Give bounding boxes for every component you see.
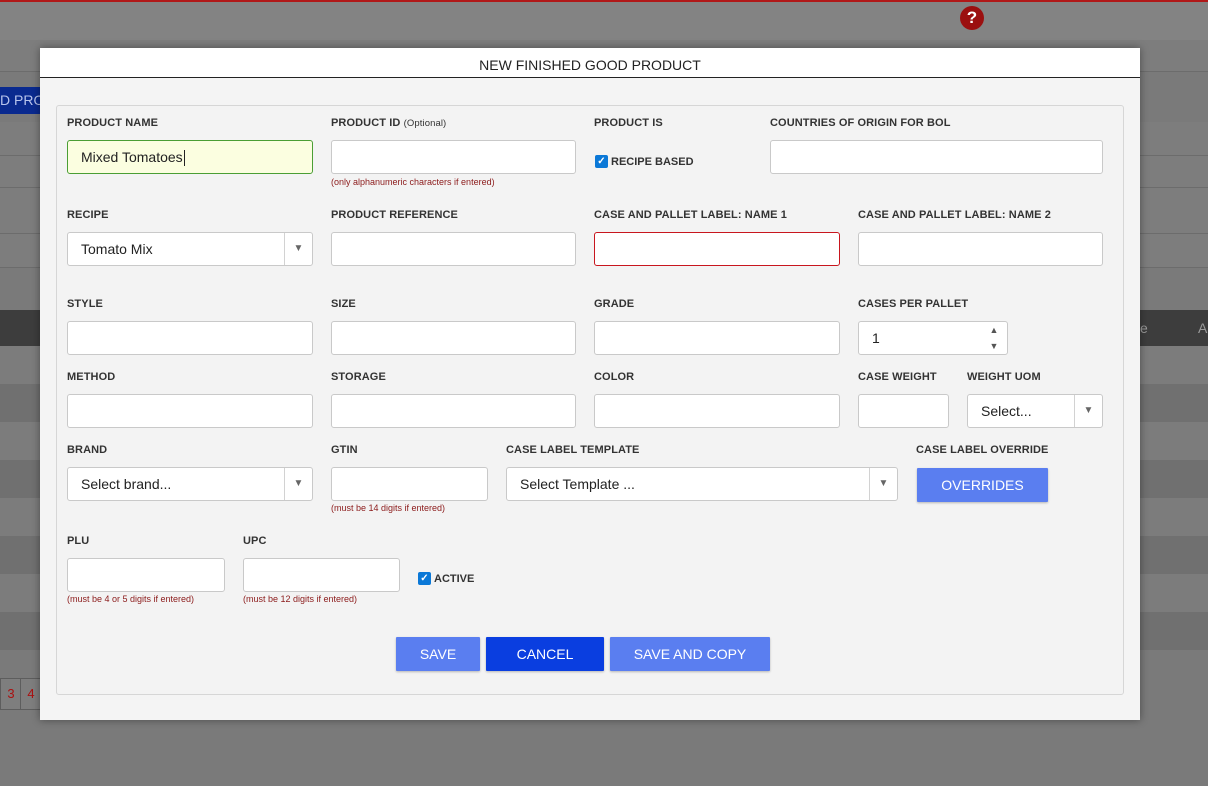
modal-title: NEW FINISHED GOOD PRODUCT — [40, 48, 1140, 78]
caret-down-icon: ▼ — [284, 468, 312, 500]
pallet-label-name1-input[interactable] — [594, 232, 840, 266]
text-cursor — [183, 150, 185, 167]
cases-per-pallet-label: CASES PER PALLET — [858, 298, 969, 310]
case-weight-input[interactable] — [858, 394, 949, 428]
countries-of-origin-label: COUNTRIES OF ORIGIN FOR BOL — [770, 117, 951, 129]
upc-input[interactable] — [243, 558, 400, 592]
bg-column-header: A — [1198, 320, 1208, 336]
active-checkbox[interactable]: ✓ — [418, 572, 431, 585]
cases-per-pallet-input[interactable]: 1 ▲ ▼ — [858, 321, 1008, 355]
product-reference-label: PRODUCT REFERENCE — [331, 209, 458, 221]
brand-select[interactable]: Select brand... ▼ — [67, 467, 313, 501]
color-label: COLOR — [594, 371, 635, 383]
brand-selected-value: Select brand... — [81, 476, 172, 492]
grade-label: GRADE — [594, 298, 635, 310]
gtin-label: GTIN — [331, 444, 358, 456]
pagination-page[interactable]: 4 — [20, 678, 42, 710]
brand-label: BRAND — [67, 444, 108, 456]
caret-down-icon: ▼ — [1074, 395, 1102, 427]
case-label-override-label: CASE LABEL OVERRIDE — [916, 444, 1049, 456]
product-name-value: Mixed Tomatoes — [81, 149, 183, 165]
product-id-input[interactable] — [331, 140, 576, 174]
recipe-label: RECIPE — [67, 209, 109, 221]
weight-uom-selected-value: Select... — [981, 403, 1032, 419]
new-product-modal: NEW FINISHED GOOD PRODUCT PRODUCT NAME M… — [40, 48, 1140, 720]
background-tab[interactable]: D PRO — [0, 87, 42, 114]
recipe-based-label: RECIPE BASED — [611, 156, 694, 168]
product-name-label: PRODUCT NAME — [67, 117, 159, 129]
recipe-based-checkbox[interactable]: ✓ — [595, 155, 608, 168]
spin-down-icon[interactable]: ▼ — [981, 338, 1007, 354]
gtin-input[interactable] — [331, 467, 488, 501]
optional-tag: (Optional) — [403, 118, 447, 129]
pallet-label-name1-label: CASE AND PALLET LABEL: NAME 1 — [594, 209, 787, 221]
storage-label: STORAGE — [331, 371, 386, 383]
weight-uom-select[interactable]: Select... ▼ — [967, 394, 1103, 428]
case-label-template-selected-value: Select Template ... — [520, 476, 635, 492]
product-reference-input[interactable] — [331, 232, 576, 266]
caret-down-icon: ▼ — [284, 233, 312, 265]
gtin-hint: (must be 14 digits if entered) — [331, 503, 446, 513]
active-label: ACTIVE — [434, 573, 475, 585]
case-label-template-select[interactable]: Select Template ... ▼ — [506, 467, 898, 501]
pallet-label-name2-input[interactable] — [858, 232, 1103, 266]
method-input[interactable] — [67, 394, 313, 428]
plu-label: PLU — [67, 535, 90, 547]
recipe-selected-value: Tomato Mix — [81, 241, 153, 257]
grade-input[interactable] — [594, 321, 840, 355]
case-weight-label: CASE WEIGHT — [858, 371, 937, 383]
pagination-page[interactable]: 3 — [0, 678, 22, 710]
product-name-input[interactable]: Mixed Tomatoes — [67, 140, 313, 174]
case-label-template-label: CASE LABEL TEMPLATE — [506, 444, 640, 456]
upc-hint: (must be 12 digits if entered) — [243, 594, 358, 604]
spin-up-icon[interactable]: ▲ — [981, 322, 1007, 338]
overrides-button[interactable]: OVERRIDES — [917, 468, 1048, 502]
product-is-label: PRODUCT IS — [594, 117, 663, 129]
product-id-label: PRODUCT ID (Optional) — [331, 117, 446, 129]
app-top-bar — [0, 0, 1208, 40]
method-label: METHOD — [67, 371, 116, 383]
size-label: SIZE — [331, 298, 356, 310]
style-input[interactable] — [67, 321, 313, 355]
pallet-label-name2-label: CASE AND PALLET LABEL: NAME 2 — [858, 209, 1051, 221]
plu-input[interactable] — [67, 558, 225, 592]
product-id-hint: (only alphanumeric characters if entered… — [331, 177, 495, 187]
upc-label: UPC — [243, 535, 267, 547]
product-form: PRODUCT NAME Mixed Tomatoes PRODUCT ID (… — [56, 105, 1124, 695]
cases-per-pallet-value: 1 — [872, 330, 880, 346]
number-spinner[interactable]: ▲ ▼ — [981, 322, 1007, 354]
weight-uom-label: WEIGHT UOM — [967, 371, 1041, 383]
help-icon[interactable]: ? — [960, 6, 984, 30]
caret-down-icon: ▼ — [869, 468, 897, 500]
product-id-label-text: PRODUCT ID — [331, 117, 401, 129]
save-button[interactable]: SAVE — [396, 637, 480, 671]
color-input[interactable] — [594, 394, 840, 428]
recipe-select[interactable]: Tomato Mix ▼ — [67, 232, 313, 266]
storage-input[interactable] — [331, 394, 576, 428]
plu-hint: (must be 4 or 5 digits if entered) — [67, 594, 195, 604]
size-input[interactable] — [331, 321, 576, 355]
save-and-copy-button[interactable]: SAVE AND COPY — [610, 637, 770, 671]
countries-of-origin-input[interactable] — [770, 140, 1103, 174]
style-label: STYLE — [67, 298, 103, 310]
bg-column-header: e — [1140, 320, 1148, 336]
cancel-button[interactable]: CANCEL — [486, 637, 604, 671]
